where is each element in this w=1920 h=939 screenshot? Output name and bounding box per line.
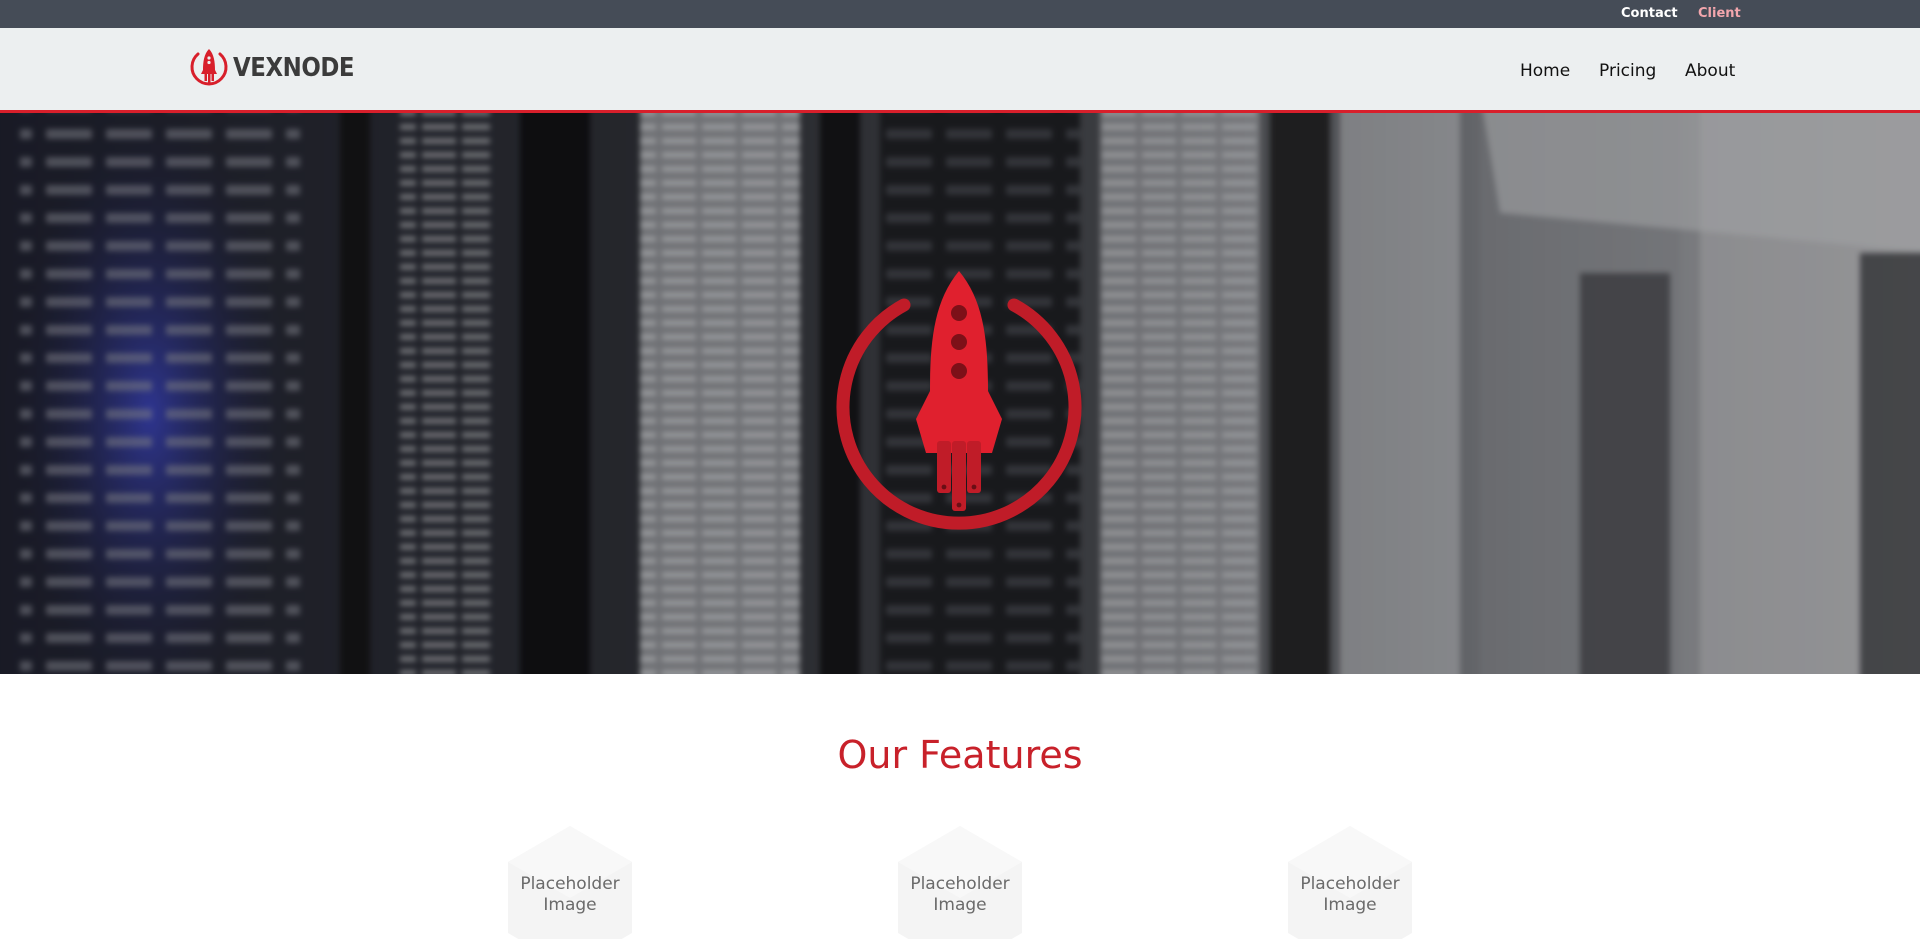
rocket-logo-icon [190, 49, 228, 86]
top-utility-bar: Contact Client [0, 0, 1920, 28]
placeholder-image-label: Placeholder Image [1300, 874, 1400, 915]
features-heading: Our Features [837, 733, 1083, 777]
feature-placeholder-image: Placeholder Image [508, 826, 632, 939]
nav-pricing[interactable]: Pricing [1599, 61, 1656, 81]
placeholder-image-label: Placeholder Image [520, 874, 620, 915]
hero-banner [0, 113, 1920, 674]
feature-placeholder-image: Placeholder Image [1288, 826, 1412, 939]
feature-placeholder-image: Placeholder Image [898, 826, 1022, 939]
contact-link[interactable]: Contact [1621, 6, 1678, 21]
site-header: VEXNODE Home Pricing About [0, 28, 1920, 113]
brand-logo[interactable]: VEXNODE [188, 46, 371, 90]
brand-name: VEXNODE [233, 53, 355, 83]
client-link[interactable]: Client [1698, 6, 1741, 21]
nav-about[interactable]: About [1685, 61, 1735, 81]
placeholder-image-label: Placeholder Image [910, 874, 1010, 915]
rocket-power-icon [836, 271, 1082, 530]
nav-home[interactable]: Home [1520, 61, 1570, 81]
